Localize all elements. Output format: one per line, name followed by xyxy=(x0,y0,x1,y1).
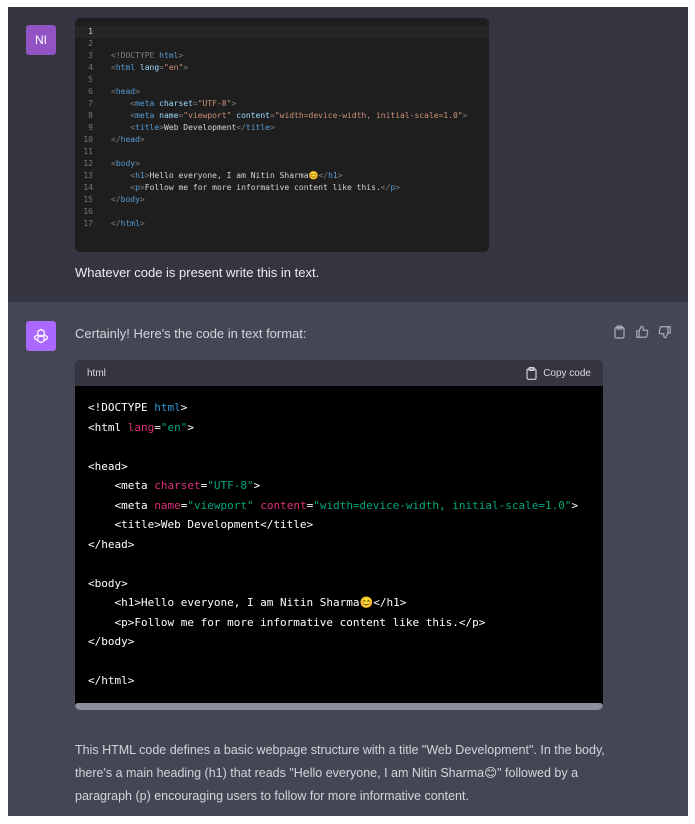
line-number: 4 xyxy=(88,63,93,72)
line-number: 13 xyxy=(83,171,93,180)
assistant-explanation-text: This HTML code defines a basic webpage s… xyxy=(75,743,605,803)
editor-code: </body> xyxy=(111,195,145,204)
editor-code: <h1>Hello everyone, I am Nitin Sharma😊</… xyxy=(111,171,343,180)
line-number: 7 xyxy=(88,99,93,108)
attached-code-screenshot: 1 2 3 <!DOCTYPE html> 4 <html lang="en"> 5 6 <he… xyxy=(75,18,489,252)
copy-code-button[interactable]: Copy code xyxy=(526,366,591,380)
editor-code: <meta charset="UTF-8"> xyxy=(111,99,237,108)
code-line: <meta name="viewport" content="width=dev… xyxy=(88,498,579,512)
editor-line: 7 <meta charset="UTF-8"> xyxy=(75,98,489,110)
editor-line: 10 </head> xyxy=(75,134,489,146)
editor-code: </head> xyxy=(111,135,145,144)
user-avatar-initials: NI xyxy=(35,33,47,47)
editor-line: 12 <body> xyxy=(75,158,489,170)
editor-code: <!DOCTYPE html> xyxy=(111,51,184,60)
editor-line: 13 <h1>Hello everyone, I am Nitin Sharma… xyxy=(75,170,489,182)
editor-line: 4 <html lang="en"> xyxy=(75,62,489,74)
code-line: <head> xyxy=(88,459,128,473)
thumbs-up-icon[interactable] xyxy=(634,324,650,340)
user-avatar: NI xyxy=(26,25,56,55)
line-number: 16 xyxy=(83,207,93,216)
editor-line: 1 xyxy=(75,26,489,38)
editor-line: 11 xyxy=(75,146,489,158)
clipboard-icon[interactable] xyxy=(611,324,627,340)
editor-line: 16 xyxy=(75,206,489,218)
line-number: 12 xyxy=(83,159,93,168)
copy-code-label: Copy code xyxy=(543,367,591,379)
editor-code: <html lang="en"> xyxy=(111,63,189,72)
code-line: </head> xyxy=(88,537,135,551)
line-number: 6 xyxy=(88,87,93,96)
thumbs-down-icon[interactable] xyxy=(657,324,673,340)
editor-line: 8 <meta name="viewport" content="width=d… xyxy=(75,110,489,122)
line-number: 3 xyxy=(88,51,93,60)
editor-code: <p>Follow me for more informative conten… xyxy=(111,183,401,192)
code-horizontal-scrollbar[interactable] xyxy=(75,703,603,710)
code-line: <title>Web Development</title> xyxy=(88,518,314,531)
code-line: <h1>Hello everyone, I am Nitin Sharma😊</… xyxy=(88,596,407,609)
user-message-text: Whatever code is present write this in t… xyxy=(75,265,320,280)
editor-line: 14 <p>Follow me for more informative con… xyxy=(75,182,489,194)
line-number: 17 xyxy=(83,219,93,228)
code-line: </body> xyxy=(88,635,135,648)
line-number: 10 xyxy=(83,135,93,144)
editor-line: 15 </body> xyxy=(75,194,489,206)
openai-logo-icon xyxy=(34,328,48,344)
editor-code: <body> xyxy=(111,159,140,168)
code-block: html Copy code <!DOCTYPE html> <html lang… xyxy=(75,360,603,710)
line-number: 2 xyxy=(88,39,93,48)
clipboard-icon xyxy=(526,366,537,380)
line-number: 14 xyxy=(83,183,93,192)
editor-line: 3 <!DOCTYPE html> xyxy=(75,50,489,62)
line-number: 15 xyxy=(83,195,93,204)
line-number: 5 xyxy=(88,75,93,84)
editor-line: 17 </html> xyxy=(75,218,489,230)
editor-code: <title>Web Development</title> xyxy=(111,123,275,132)
code-block-header: html Copy code xyxy=(75,360,603,386)
editor-line: 6 <head> xyxy=(75,86,489,98)
user-message-block: NI 1 2 3 <!DOCTYPE html> 4 <html lang="en"> 5 6… xyxy=(8,7,688,302)
code-content: <!DOCTYPE html> <html lang="en"> <head> <… xyxy=(88,398,598,691)
line-number: 1 xyxy=(88,27,93,36)
code-line: <p>Follow me for more informative conten… xyxy=(88,615,486,629)
editor-code: </html> xyxy=(111,219,145,228)
editor-code: <meta name="viewport" content="width=dev… xyxy=(111,111,468,120)
code-language-label: html xyxy=(87,368,106,379)
editor-code: <head> xyxy=(111,87,140,96)
editor-line: 9 <title>Web Development</title> xyxy=(75,122,489,134)
assistant-avatar xyxy=(26,321,56,351)
editor-line: 5 xyxy=(75,74,489,86)
code-line: <body> xyxy=(88,576,128,590)
editor-line: 2 xyxy=(75,38,489,50)
code-line: <meta charset="UTF-8"> xyxy=(88,479,261,492)
code-line: <!DOCTYPE html> xyxy=(88,401,188,414)
assistant-message-block: Certainly! Here's the code in text forma… xyxy=(8,302,688,816)
assistant-intro-text: Certainly! Here's the code in text forma… xyxy=(75,326,307,341)
code-line: <html lang="en"> xyxy=(88,420,194,434)
message-actions xyxy=(611,324,673,340)
code-line: </html> xyxy=(88,674,135,687)
line-number: 9 xyxy=(88,123,93,132)
line-number: 8 xyxy=(88,111,93,120)
line-number: 11 xyxy=(83,147,93,156)
